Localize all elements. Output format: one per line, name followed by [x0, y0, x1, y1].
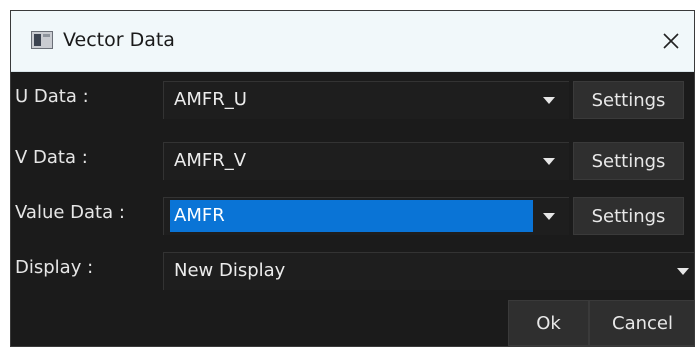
v-data-label: V Data :	[15, 147, 88, 168]
v-data-settings-button[interactable]: Settings	[573, 142, 684, 180]
u-data-value: AMFR_U	[174, 89, 247, 110]
close-button[interactable]	[648, 11, 694, 71]
dropdown-arrow-icon[interactable]	[536, 82, 562, 119]
title-bar[interactable]: Vector Data	[11, 11, 694, 72]
window-app-icon	[31, 31, 53, 49]
value-data-row: Value Data : AMFR Settings	[11, 188, 694, 238]
close-icon	[663, 33, 679, 49]
v-data-row: V Data : AMFR_V Settings	[11, 133, 694, 183]
display-value: New Display	[174, 260, 286, 281]
v-data-dropdown[interactable]: AMFR_V	[163, 142, 569, 180]
vector-data-dialog: Vector Data U Data : AMFR_U Settings V D…	[10, 10, 695, 347]
display-dropdown[interactable]: New Display	[163, 252, 694, 290]
v-data-value: AMFR_V	[174, 150, 247, 171]
value-data-label: Value Data :	[15, 202, 125, 223]
display-row: Display : New Display	[11, 243, 694, 293]
dropdown-arrow-icon[interactable]	[536, 198, 562, 235]
ok-button[interactable]: Ok	[508, 300, 589, 346]
value-data-settings-button[interactable]: Settings	[573, 197, 684, 235]
u-data-settings-button[interactable]: Settings	[573, 81, 684, 119]
dropdown-arrow-icon[interactable]	[670, 253, 694, 290]
u-data-dropdown[interactable]: AMFR_U	[163, 81, 569, 119]
value-data-value: AMFR	[170, 200, 533, 232]
value-data-dropdown[interactable]: AMFR	[163, 197, 569, 235]
window-title: Vector Data	[63, 29, 175, 51]
cancel-button[interactable]: Cancel	[589, 300, 694, 346]
u-data-label: U Data :	[15, 86, 89, 107]
dropdown-arrow-icon[interactable]	[536, 143, 562, 180]
u-data-row: U Data : AMFR_U Settings	[11, 72, 694, 122]
display-label: Display :	[15, 257, 94, 278]
